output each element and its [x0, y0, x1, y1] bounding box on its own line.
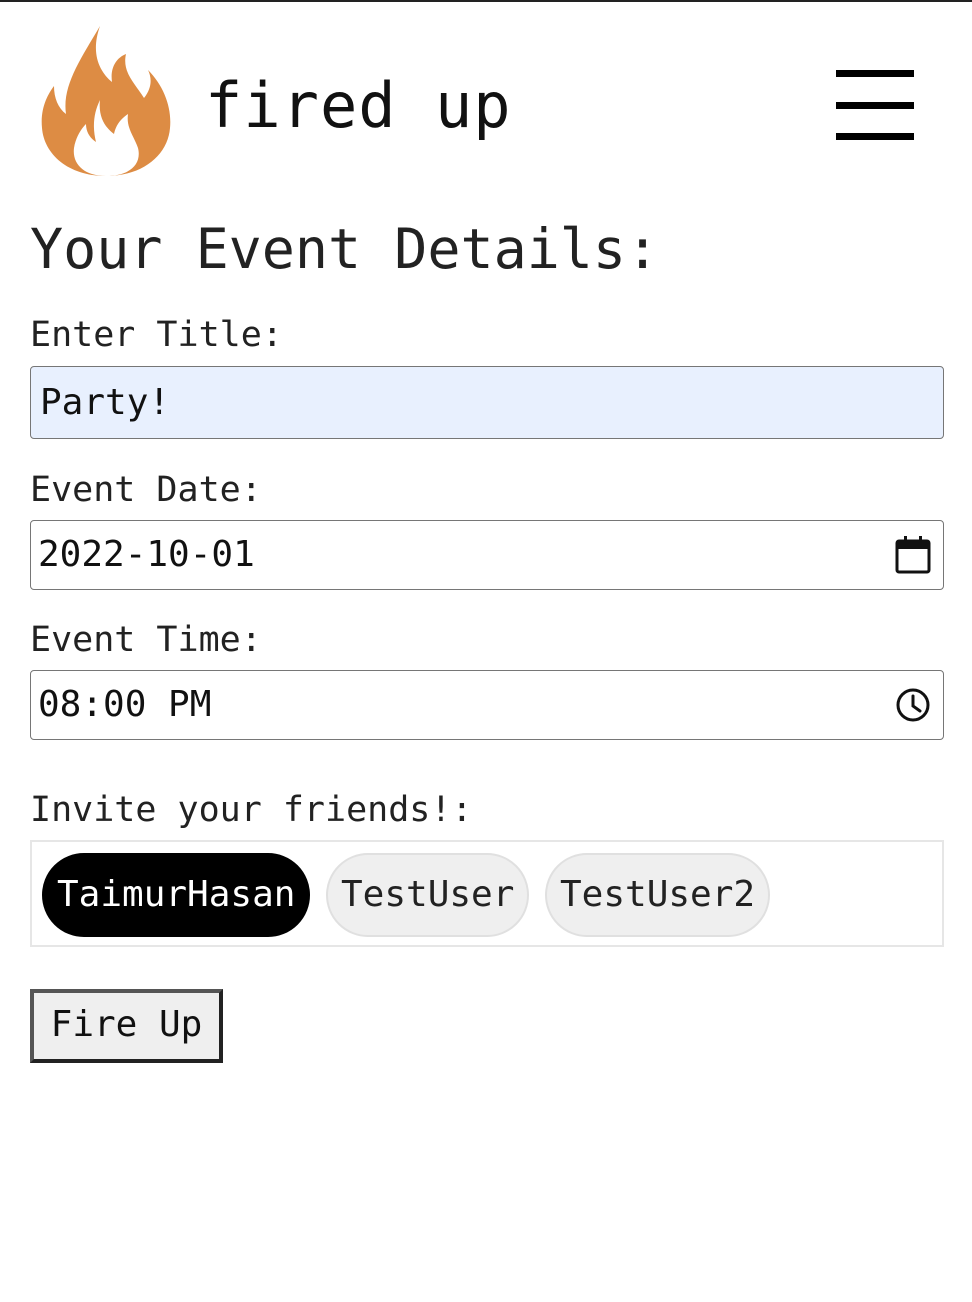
- friend-chip-testuser2[interactable]: TestUser2: [545, 853, 771, 937]
- date-label: Event Date:: [30, 470, 262, 510]
- time-input-value: 08:00 PM: [38, 684, 212, 725]
- title-label: Enter Title:: [30, 315, 283, 355]
- page-title: Your Event Details:: [30, 217, 660, 281]
- friends-label: Invite your friends!:: [30, 790, 473, 830]
- friends-list: TaimurHasan TestUser TestUser2: [30, 840, 944, 947]
- time-label: Event Time:: [30, 620, 262, 660]
- header: fired up: [0, 0, 972, 190]
- menu-bar: [836, 70, 914, 77]
- date-input[interactable]: 2022-10-01: [30, 520, 944, 590]
- menu-bar: [836, 133, 914, 140]
- time-input[interactable]: 08:00 PM: [30, 670, 944, 740]
- calendar-icon[interactable]: [895, 535, 931, 575]
- friend-chip-taimurhasan[interactable]: TaimurHasan: [42, 853, 311, 937]
- friend-chip-testuser[interactable]: TestUser: [326, 853, 530, 937]
- flame-icon[interactable]: [40, 24, 172, 178]
- brand-name: fired up: [205, 69, 512, 142]
- hamburger-menu-icon[interactable]: [830, 64, 920, 146]
- fire-up-button[interactable]: Fire Up: [30, 989, 223, 1063]
- menu-bar: [836, 102, 914, 109]
- title-input-value: Party!: [40, 382, 171, 423]
- clock-icon[interactable]: [895, 685, 931, 725]
- date-input-value: 2022-10-01: [38, 534, 255, 575]
- title-input[interactable]: Party!: [30, 366, 944, 439]
